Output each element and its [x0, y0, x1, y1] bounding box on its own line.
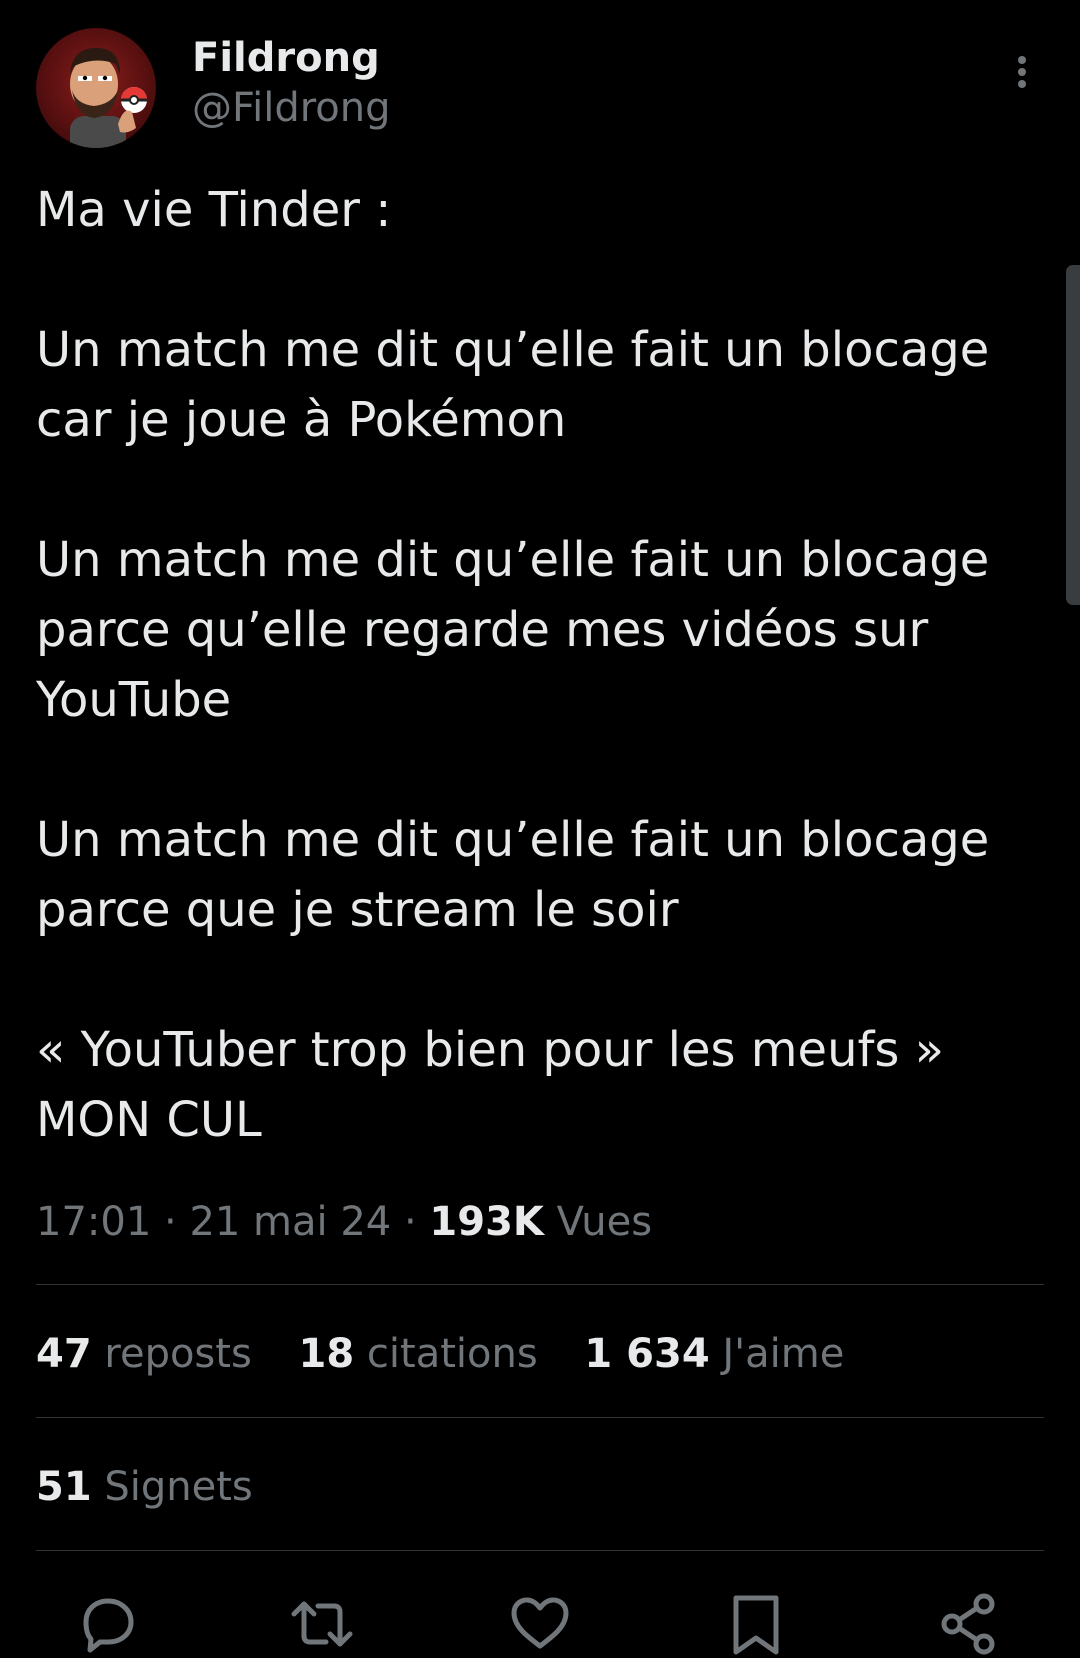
- bookmarks-stat[interactable]: 51 Signets: [36, 1461, 253, 1513]
- reposts-stat[interactable]: 47 reposts: [36, 1328, 252, 1380]
- quotes-label: citations: [366, 1331, 538, 1377]
- reply-button[interactable]: [76, 1592, 140, 1656]
- bookmarks-label: Signets: [104, 1464, 253, 1510]
- repost-icon: [291, 1601, 353, 1647]
- bookmark-button[interactable]: [724, 1592, 788, 1656]
- divider: [36, 1417, 1044, 1418]
- reposts-count: 47: [36, 1331, 92, 1377]
- views-count: 193K: [429, 1199, 544, 1245]
- tweet-paragraph: Un match me dit qu’elle fait un blocage …: [36, 532, 990, 728]
- likes-count: 1 634: [584, 1331, 710, 1377]
- more-vertical-icon: [1018, 56, 1026, 88]
- engagement-stats: 47 reposts 18 citations 1 634 J'aime: [36, 1328, 878, 1380]
- display-name[interactable]: Fildrong: [192, 34, 391, 82]
- more-options-button[interactable]: [1010, 50, 1034, 98]
- like-button[interactable]: [508, 1592, 572, 1656]
- like-icon: [511, 1597, 569, 1649]
- action-bar: [0, 1592, 1080, 1658]
- scrollbar[interactable]: [1066, 265, 1080, 605]
- divider: [36, 1284, 1044, 1285]
- likes-label: J'aime: [722, 1331, 845, 1377]
- likes-stat[interactable]: 1 634 J'aime: [584, 1328, 844, 1380]
- reply-icon: [83, 1598, 134, 1653]
- quotes-stat[interactable]: 18 citations: [299, 1328, 538, 1380]
- divider: [36, 1550, 1044, 1551]
- avatar[interactable]: [36, 28, 156, 148]
- tweet-date[interactable]: 21 mai 24: [189, 1199, 391, 1245]
- tweet-paragraph: Ma vie Tinder :: [36, 182, 392, 238]
- bookmarks-count: 51: [36, 1464, 92, 1510]
- meta-separator: ·: [151, 1199, 190, 1245]
- repost-button[interactable]: [290, 1592, 354, 1656]
- bookmark-icon: [733, 1595, 779, 1655]
- tweet-paragraph: « YouTuber trop bien pour les meufs » MO…: [36, 1022, 945, 1148]
- tweet-meta: 17:01 · 21 mai 24 · 193K Vues: [36, 1196, 652, 1248]
- tweet-text: Ma vie Tinder : Un match me dit qu’elle …: [36, 175, 1026, 1155]
- tweet-paragraph: Un match me dit qu’elle fait un blocage …: [36, 812, 990, 938]
- tweet-paragraph: Un match me dit qu’elle fait un blocage …: [36, 322, 990, 448]
- meta-separator: ·: [391, 1199, 430, 1245]
- tweet-time[interactable]: 17:01: [36, 1199, 151, 1245]
- user-handle[interactable]: @Fildrong: [192, 84, 391, 132]
- share-icon: [941, 1593, 995, 1655]
- views-label: Vues: [556, 1199, 653, 1245]
- reposts-label: reposts: [104, 1331, 252, 1377]
- avatar-illustration: [70, 48, 147, 148]
- quotes-count: 18: [298, 1331, 355, 1377]
- tweet-header: Fildrong @Fildrong: [36, 28, 1044, 148]
- share-button[interactable]: [938, 1592, 1002, 1656]
